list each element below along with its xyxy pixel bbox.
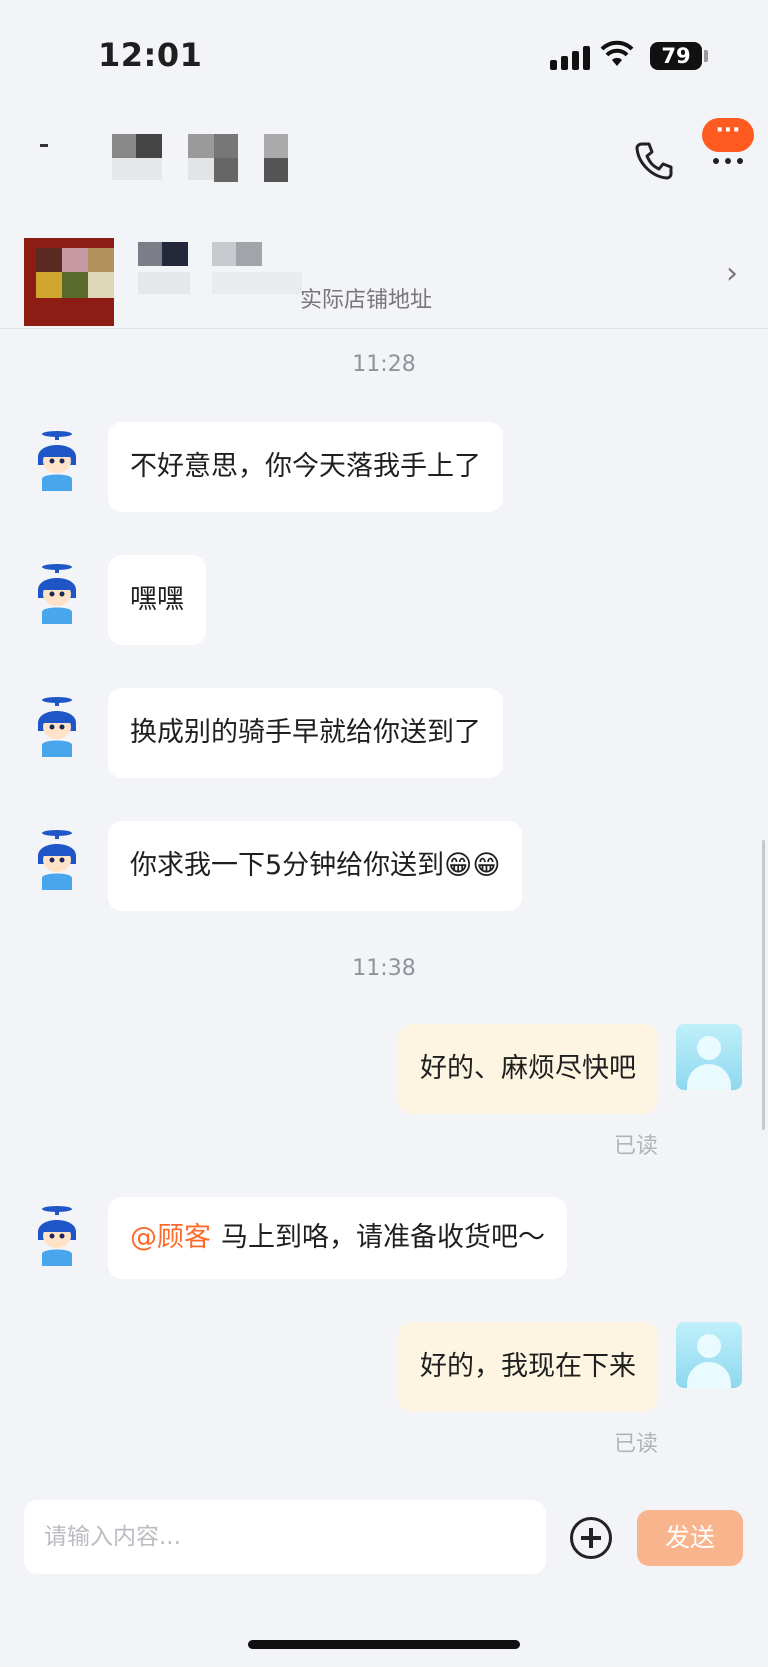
- plus-circle-icon[interactable]: [570, 1517, 612, 1559]
- message-bubble-outgoing: 好的，我现在下来: [398, 1322, 658, 1412]
- cellular-signal-icon: [550, 46, 590, 70]
- mention-tag[interactable]: @顾客: [130, 1222, 211, 1253]
- phone-icon[interactable]: [632, 138, 676, 182]
- wifi-icon: [600, 40, 634, 66]
- message-input[interactable]: [24, 1500, 546, 1574]
- timestamp: 11:28: [352, 352, 416, 377]
- status-bar: 12:01 79: [0, 0, 768, 110]
- timestamp: 11:38: [352, 956, 416, 981]
- header-divider: [0, 328, 768, 329]
- user-avatar: [676, 1322, 742, 1388]
- message-bubble-outgoing: 好的、麻烦尽快吧: [398, 1024, 658, 1114]
- chevron-right-icon[interactable]: ›: [726, 256, 738, 291]
- store-thumbnail: [24, 238, 114, 326]
- battery-cap: [704, 50, 708, 62]
- home-indicator: [248, 1640, 520, 1649]
- rider-avatar: [24, 558, 90, 624]
- more-button[interactable]: ···: [702, 118, 754, 178]
- rider-avatar: [24, 1200, 90, 1266]
- rider-avatar: [24, 425, 90, 491]
- store-card[interactable]: 实际店铺地址 ›: [0, 210, 768, 330]
- read-receipt: 已读: [613, 1432, 658, 1457]
- rider-avatar: [24, 691, 90, 757]
- message-bubble-incoming: 不好意思，你今天落我手上了: [108, 422, 503, 512]
- rider-avatar: [24, 824, 90, 890]
- message-bubble-incoming: @顾客 马上到咯，请准备收货吧～: [108, 1197, 567, 1279]
- status-time: 12:01: [98, 36, 203, 74]
- chat-header: ···: [0, 110, 768, 210]
- send-button[interactable]: 发送: [637, 1510, 743, 1566]
- store-subtitle: 实际店铺地址: [300, 288, 433, 313]
- back-icon[interactable]: [40, 144, 48, 147]
- read-receipt: 已读: [613, 1134, 658, 1159]
- scrollbar[interactable]: [762, 840, 765, 1130]
- message-bubble-incoming: 换成别的骑手早就给你送到了: [108, 688, 503, 778]
- more-dots-icon: ···: [702, 118, 754, 152]
- message-text: 马上到咯，请准备收货吧～: [221, 1222, 545, 1253]
- message-bubble-incoming: 嘿嘿: [108, 555, 206, 645]
- menu-dots-icon: [702, 158, 754, 164]
- battery-indicator: 79: [650, 42, 702, 70]
- message-bubble-incoming: 你求我一下5分钟给你送到😁😁: [108, 821, 523, 911]
- user-avatar: [676, 1024, 742, 1090]
